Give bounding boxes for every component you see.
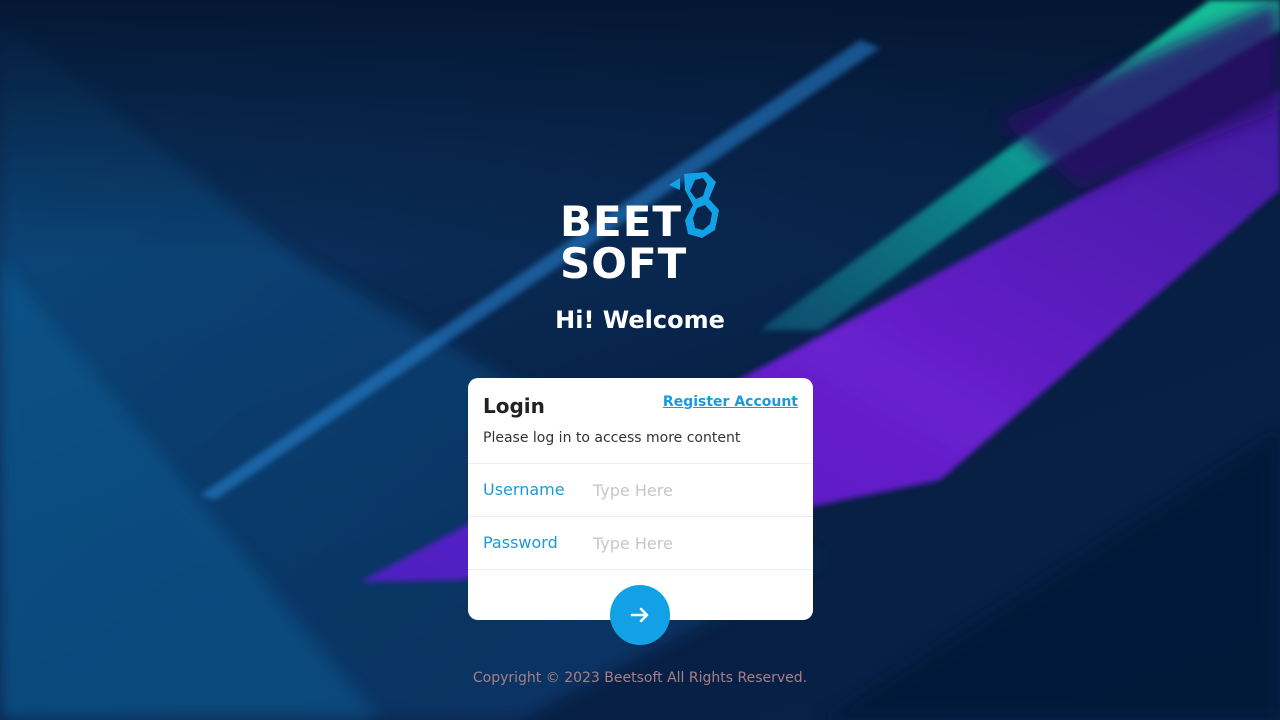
welcome-heading: Hi! Welcome [555,306,725,334]
login-title: Login [483,394,545,418]
password-row: Password [468,516,813,570]
register-account-link[interactable]: Register Account [663,394,798,410]
card-divider [468,569,813,570]
copyright-text: Copyright © 2023 Beetsoft All Rights Res… [472,670,808,686]
login-card: Login Register Account Please log in to … [468,378,813,620]
username-row: Username [468,463,813,517]
username-label: Username [483,480,565,499]
login-subtitle: Please log in to access more content [483,430,741,446]
brand-line-1: BEET [560,197,683,246]
password-label: Password [483,533,558,552]
login-submit-button[interactable] [610,585,670,645]
username-input[interactable] [593,476,798,504]
brand-b-mark-icon [669,172,719,238]
brand-line-2: SOFT [560,239,688,288]
arrow-right-icon [630,607,649,623]
brand-logo: BEET SOFT [558,168,724,286]
password-input[interactable] [593,529,798,557]
